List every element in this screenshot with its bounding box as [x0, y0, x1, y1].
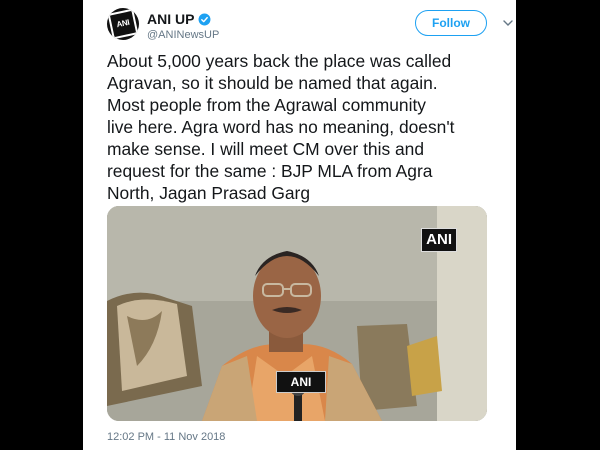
tweet-text: About 5,000 years back the place was cal… — [107, 51, 455, 203]
avatar-logo: ANI — [107, 8, 139, 40]
verified-badge-icon — [198, 13, 211, 25]
display-name[interactable]: ANI UP — [147, 11, 194, 27]
tweet-media[interactable]: ANI ANI — [107, 206, 487, 421]
tweet-card: ANI ANI UP @ANINewsUP Follow About 5,000… — [83, 0, 516, 450]
tweet-timestamp[interactable]: 12:02 PM - 11 Nov 2018 — [107, 431, 225, 443]
tweet-header: ANI ANI UP @ANINewsUP Follow — [107, 8, 513, 44]
media-watermark: ANI — [421, 228, 457, 252]
microphone-label: ANI — [276, 371, 326, 393]
follow-button[interactable]: Follow — [415, 10, 487, 36]
name-row: ANI UP — [147, 11, 211, 27]
user-handle[interactable]: @ANINewsUP — [147, 29, 219, 41]
chevron-down-icon[interactable] — [503, 18, 513, 28]
avatar[interactable]: ANI — [107, 8, 139, 40]
